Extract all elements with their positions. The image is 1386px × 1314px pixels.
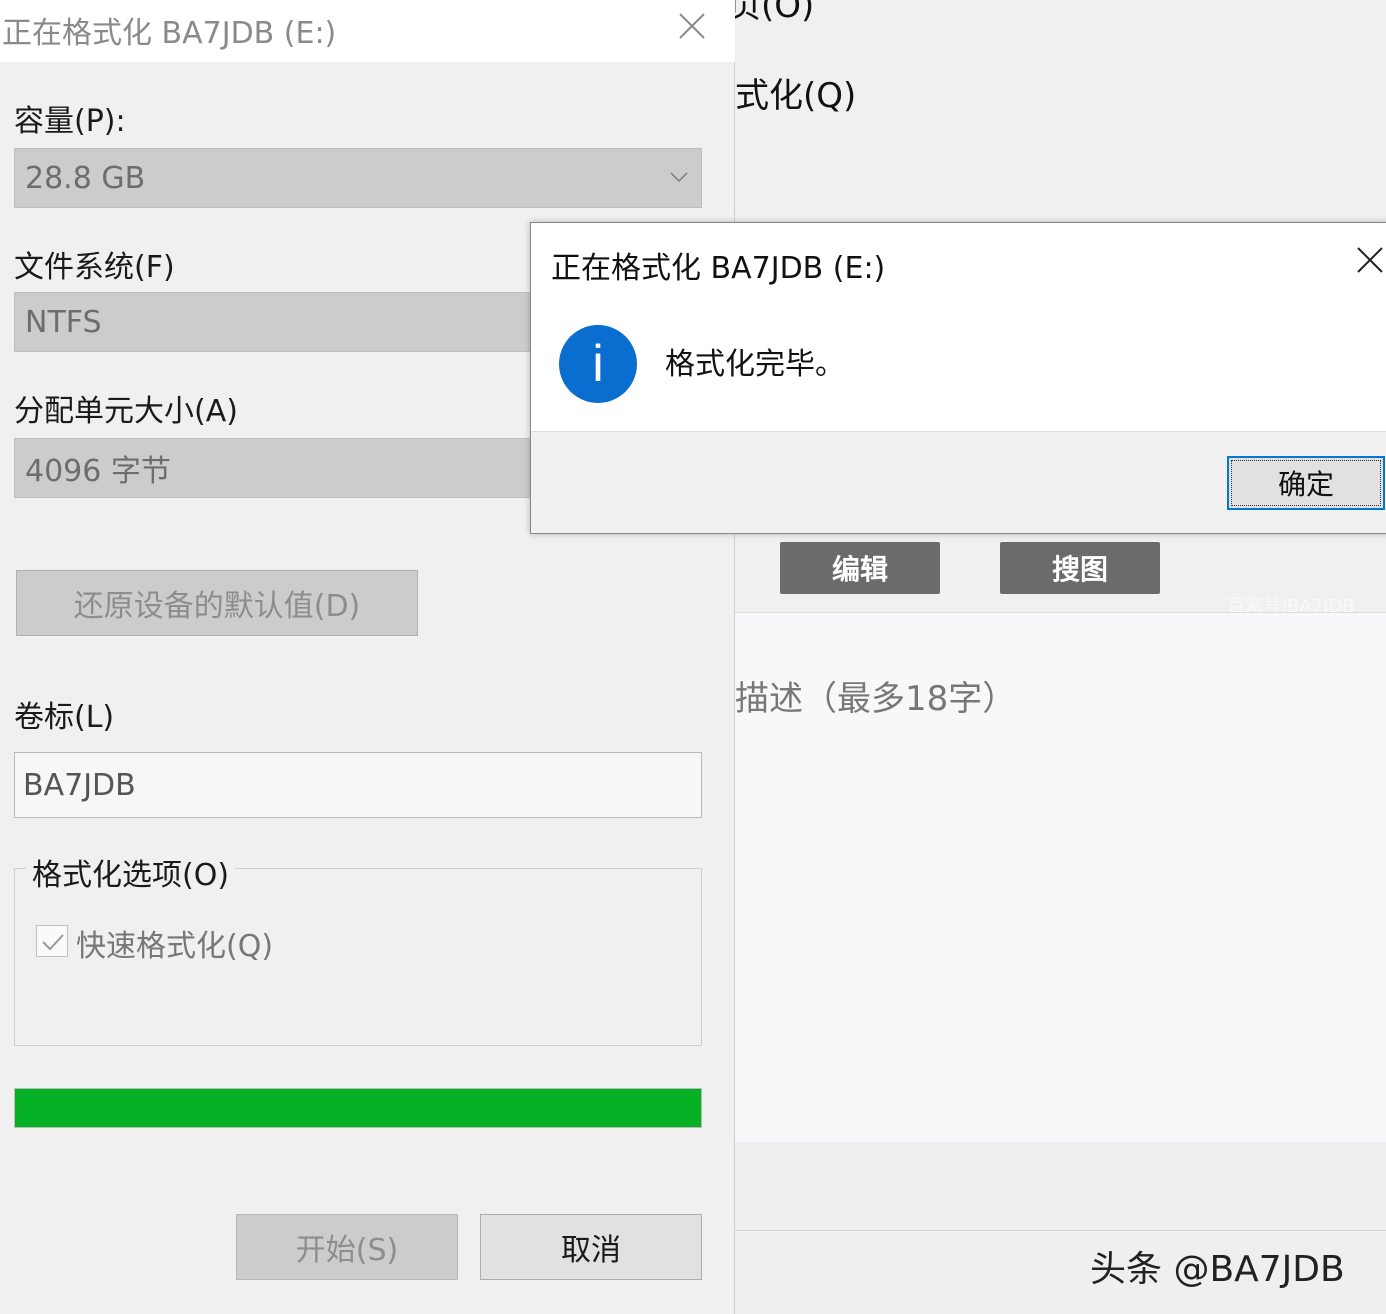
- edit-button[interactable]: 编辑: [780, 542, 940, 594]
- allocation-value: 4096 字节: [25, 454, 171, 489]
- message-box-title: 正在格式化 BA7JDB (E:): [551, 251, 886, 286]
- format-dialog-titlebar: 正在格式化 BA7JDB (E:): [0, 0, 735, 62]
- message-box-footer: 确定: [531, 431, 1386, 533]
- volume-value: BA7JDB: [23, 767, 136, 803]
- divider: [735, 1230, 1386, 1231]
- background-window: 页(O) 式化(Q) 编辑 搜图 百家号/BA7JDB 描述（最多18字） 头条…: [727, 0, 1386, 1314]
- filesystem-label: 文件系统(F): [14, 250, 175, 285]
- credit-watermark: 头条 @BA7JDB: [1090, 1249, 1345, 1290]
- partial-menu-item-top: 页(O): [727, 0, 815, 26]
- close-icon[interactable]: [1353, 243, 1386, 277]
- format-options-label: 格式化选项(O): [26, 850, 236, 894]
- format-complete-message-box: 正在格式化 BA7JDB (E:) i 格式化完毕。 确定: [530, 222, 1386, 534]
- capacity-label: 容量(P):: [14, 104, 126, 139]
- close-icon[interactable]: [672, 6, 712, 46]
- format-dialog-title: 正在格式化 BA7JDB (E:): [2, 16, 337, 51]
- volume-label: 卷标(L): [14, 700, 115, 735]
- format-progress-fill: [15, 1089, 701, 1127]
- quick-format-checkbox[interactable]: [36, 925, 68, 957]
- restore-defaults-button[interactable]: 还原设备的默认值(D): [16, 570, 418, 636]
- format-dialog: 正在格式化 BA7JDB (E:) 容量(P): 28.8 GB 文件系统(F)…: [0, 0, 735, 1314]
- info-icon: i: [559, 325, 637, 403]
- start-button[interactable]: 开始(S): [236, 1214, 458, 1280]
- format-progress-bar: [14, 1088, 702, 1128]
- capacity-value: 28.8 GB: [25, 160, 146, 196]
- volume-label-input[interactable]: BA7JDB: [14, 752, 702, 818]
- quick-format-label: 快速格式化(Q): [76, 929, 274, 964]
- description-placeholder: 描述（最多18字）: [735, 679, 1017, 719]
- partial-menu-item-format: 式化(Q): [735, 76, 857, 116]
- capacity-dropdown[interactable]: 28.8 GB: [14, 148, 702, 208]
- cancel-button[interactable]: 取消: [480, 1214, 702, 1280]
- chevron-down-icon: [670, 172, 688, 183]
- message-text: 格式化完毕。: [665, 347, 845, 382]
- search-image-button[interactable]: 搜图: [1000, 542, 1160, 594]
- filesystem-value: NTFS: [25, 304, 102, 340]
- description-area[interactable]: 描述（最多18字）: [735, 612, 1386, 1142]
- checkmark-icon: [42, 934, 64, 951]
- allocation-label: 分配单元大小(A): [14, 394, 238, 429]
- ok-button[interactable]: 确定: [1227, 456, 1385, 510]
